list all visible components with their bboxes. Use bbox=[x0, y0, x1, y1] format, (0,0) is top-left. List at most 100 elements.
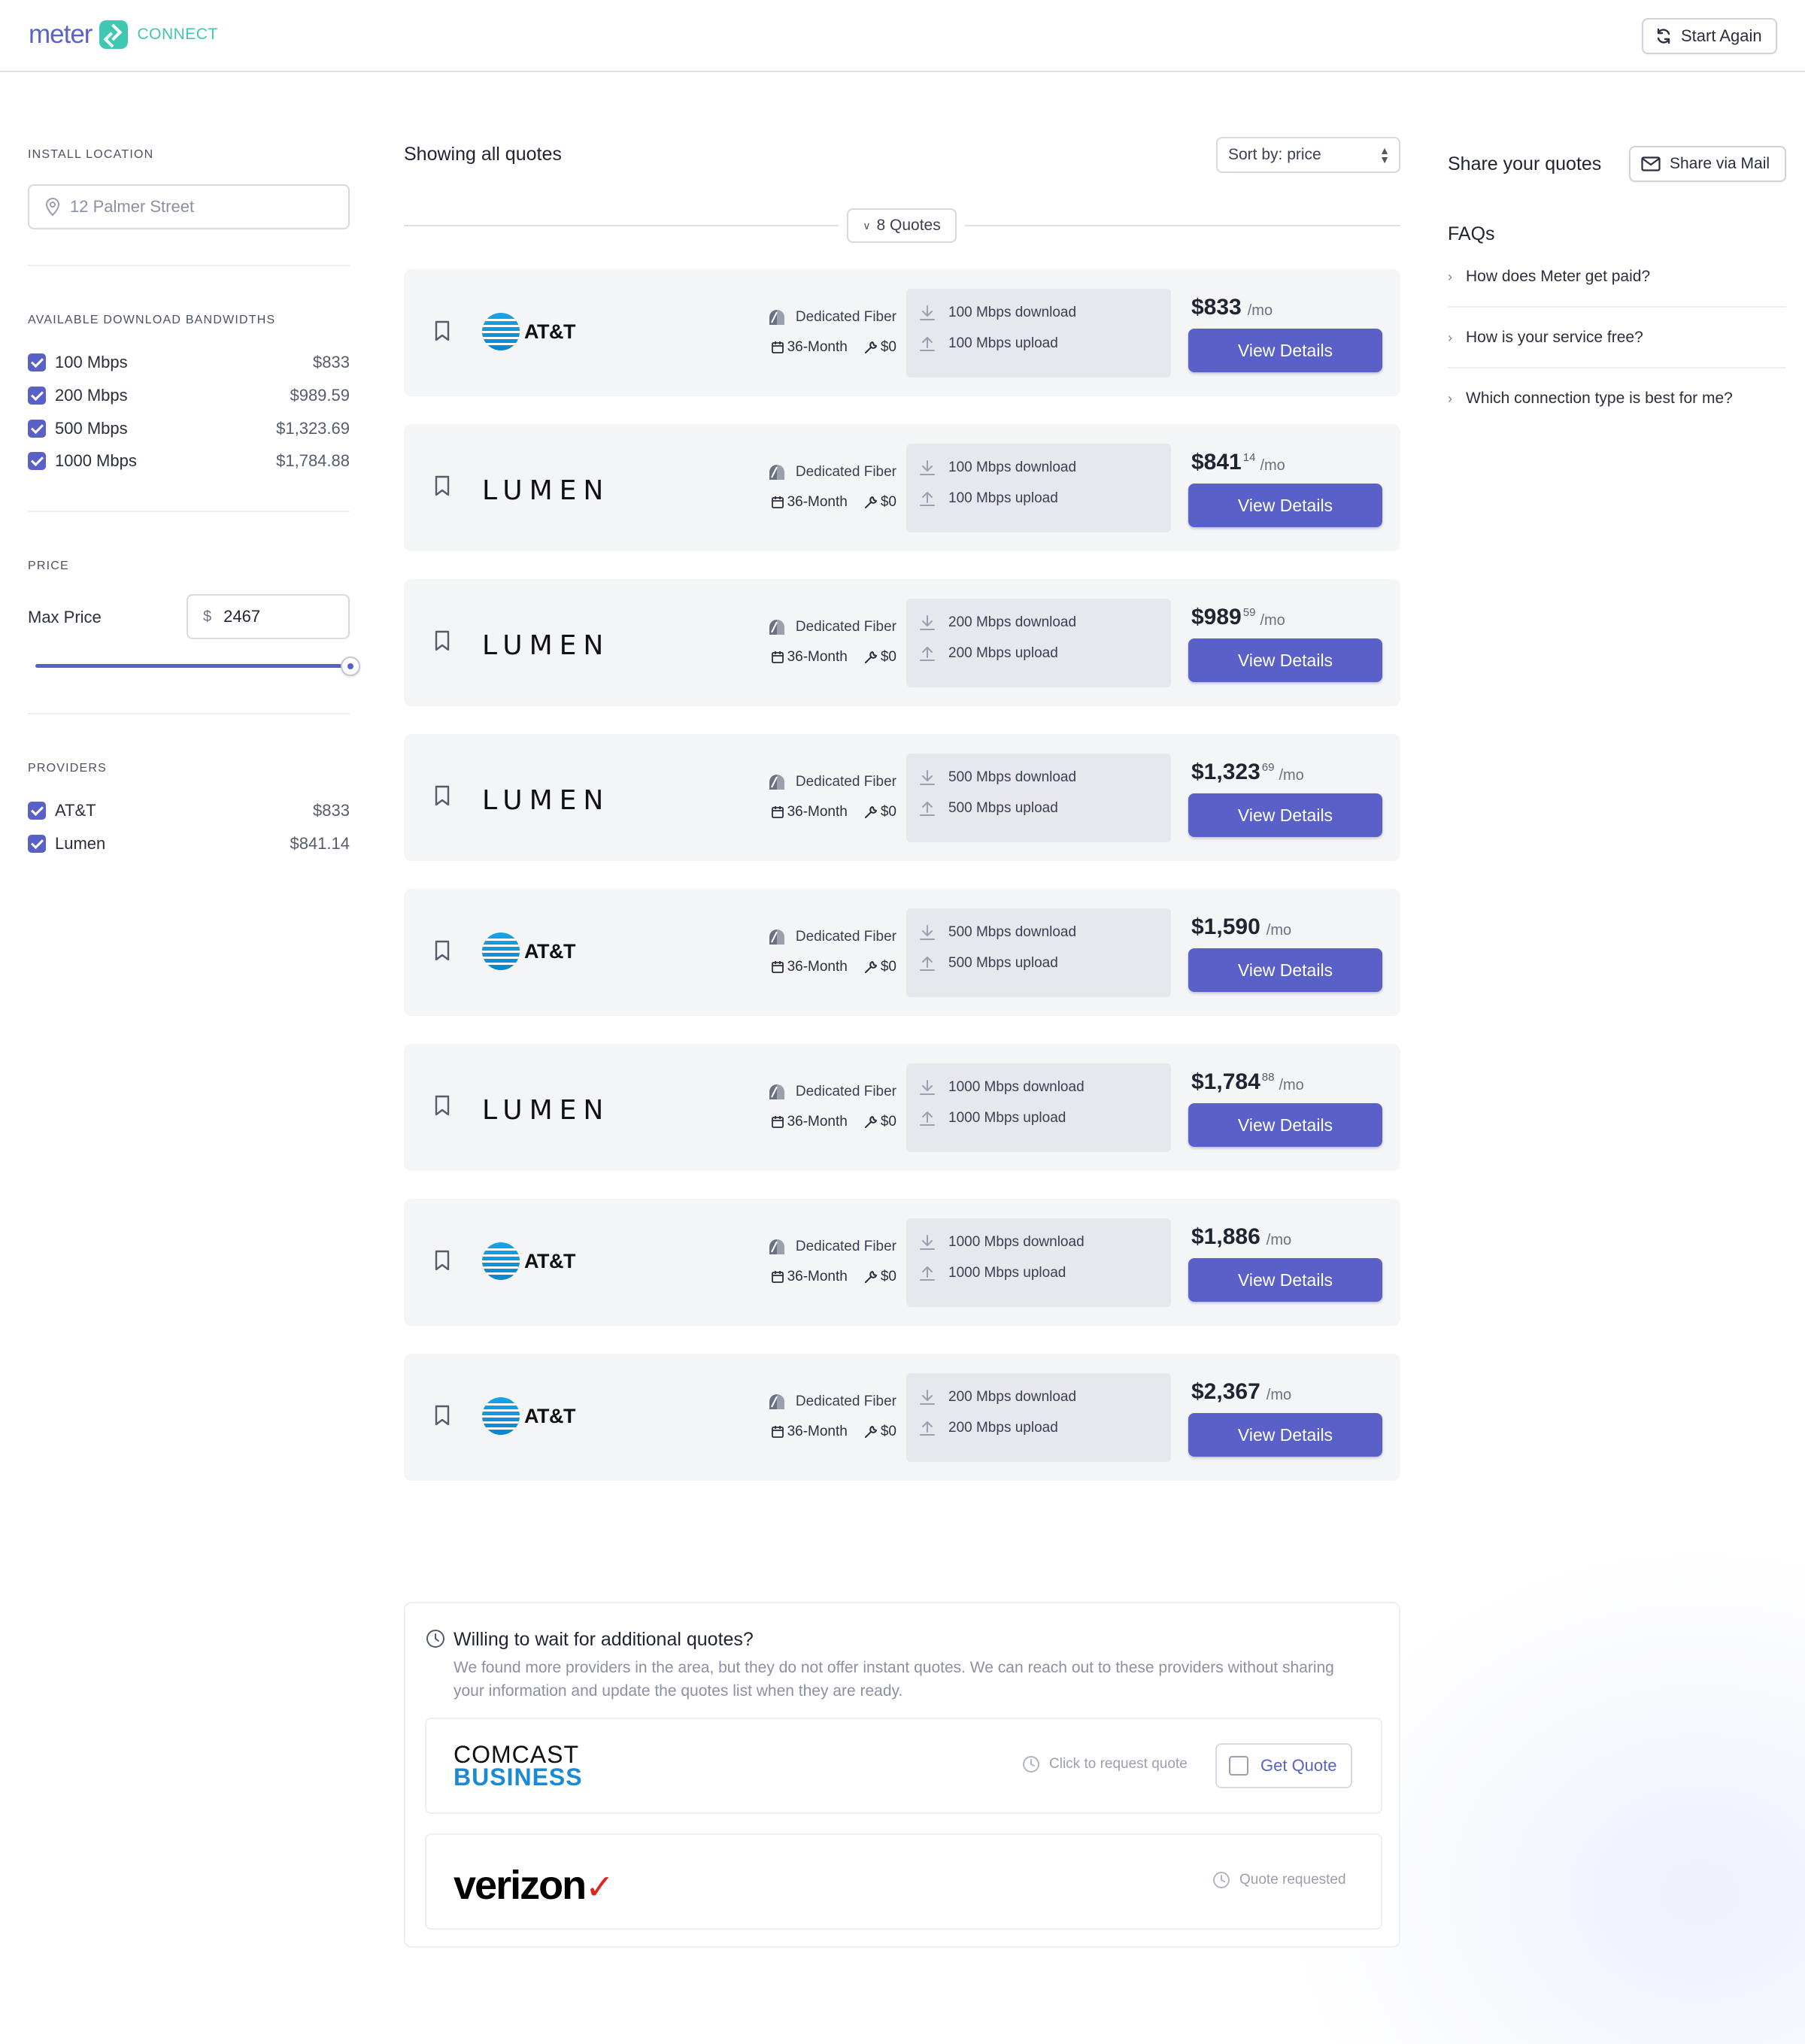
upload-icon bbox=[920, 1421, 935, 1436]
price-period: /mo bbox=[1260, 457, 1285, 474]
install-fee-label: $0 bbox=[880, 494, 896, 510]
view-details-button[interactable]: View Details bbox=[1188, 1258, 1382, 1302]
share-via-mail-button[interactable]: Share via Mail bbox=[1629, 146, 1786, 182]
price-period: /mo bbox=[1260, 612, 1285, 629]
provider-name: LUMEN bbox=[482, 475, 611, 506]
term-label: 36-Month bbox=[787, 1424, 848, 1439]
view-details-button[interactable]: View Details bbox=[1188, 948, 1382, 992]
divider-line bbox=[404, 225, 839, 226]
download-speed: 500 Mbps download bbox=[918, 769, 1076, 787]
install-fee: $0 bbox=[864, 649, 896, 666]
speed-box: 100 Mbps download 100 Mbps upload bbox=[906, 289, 1171, 378]
bookmark-icon[interactable] bbox=[434, 320, 450, 341]
view-details-button[interactable]: View Details bbox=[1188, 1103, 1382, 1147]
additional-quotes-title: Willing to wait for additional quotes? bbox=[454, 1629, 754, 1650]
checkbox-checked[interactable] bbox=[28, 353, 46, 371]
checkbox-checked[interactable] bbox=[28, 802, 46, 820]
bandwidth-label: 500 Mbps bbox=[55, 419, 128, 438]
view-details-button[interactable]: View Details bbox=[1188, 484, 1382, 527]
get-quote-button[interactable]: Get Quote bbox=[1215, 1743, 1352, 1788]
install-fee-label: $0 bbox=[880, 649, 896, 665]
bookmark-icon[interactable] bbox=[434, 630, 450, 651]
price-cents: 88 bbox=[1261, 1071, 1275, 1084]
quote-price: $1,784 88/mo bbox=[1191, 1069, 1304, 1095]
checkbox-checked[interactable] bbox=[28, 452, 46, 470]
quote-price: $1,323 69/mo bbox=[1191, 760, 1304, 785]
wrench-icon bbox=[864, 651, 877, 663]
faq-question: How is your service free? bbox=[1466, 329, 1643, 346]
fiber-icon bbox=[769, 1239, 784, 1254]
calendar-icon bbox=[771, 961, 784, 973]
bookmark-icon[interactable] bbox=[434, 940, 450, 961]
download-icon bbox=[920, 1080, 935, 1095]
quote-card: LUMEN Dedicated Fiber 36-Month $0 200 Mbps d… bbox=[404, 579, 1400, 706]
bookmark-icon[interactable] bbox=[434, 1250, 450, 1271]
upload-speed: 200 Mbps upload bbox=[918, 644, 1058, 663]
max-price-input[interactable]: $ 2467 bbox=[187, 594, 350, 639]
sort-label: Sort by: price bbox=[1228, 146, 1321, 163]
meter-logo[interactable]: meter CONNECT bbox=[29, 20, 218, 50]
bandwidth-filter-1000[interactable]: 1000 Mbps $1,784.88 bbox=[28, 450, 350, 472]
checkbox-checked[interactable] bbox=[28, 387, 46, 405]
view-details-label: View Details bbox=[1237, 1114, 1333, 1135]
checkbox-checked[interactable] bbox=[28, 420, 46, 438]
start-again-label: Start Again bbox=[1681, 26, 1762, 45]
connection-info: Dedicated Fiber 36-Month $0 bbox=[754, 617, 896, 668]
bandwidth-filter-500[interactable]: 500 Mbps $1,323.69 bbox=[28, 417, 350, 440]
quote-price: $1,590/mo bbox=[1191, 914, 1291, 940]
bookmark-icon[interactable] bbox=[434, 475, 450, 496]
start-again-button[interactable]: Start Again bbox=[1642, 18, 1777, 54]
view-details-button[interactable]: View Details bbox=[1188, 638, 1382, 682]
install-location-input[interactable]: 12 Palmer Street bbox=[28, 184, 350, 229]
connection-type-label: Dedicated Fiber bbox=[795, 1393, 896, 1409]
quote-price: $1,886/mo bbox=[1191, 1224, 1291, 1250]
view-details-button[interactable]: View Details bbox=[1188, 329, 1382, 372]
download-speed: 100 Mbps download bbox=[918, 459, 1076, 477]
bookmark-icon[interactable] bbox=[434, 1095, 450, 1116]
faq-item[interactable]: › How does Meter get paid? bbox=[1448, 247, 1786, 307]
bookmark-icon[interactable] bbox=[434, 785, 450, 806]
checkbox-unchecked[interactable] bbox=[1229, 1756, 1248, 1776]
chevron-updown-icon: ▲ ▼ bbox=[1379, 144, 1390, 165]
upload-speed: 100 Mbps upload bbox=[918, 490, 1058, 508]
faq-item[interactable]: › How is your service free? bbox=[1448, 308, 1786, 368]
download-icon bbox=[920, 925, 935, 940]
price-slider-track[interactable] bbox=[35, 664, 350, 668]
att-globe-icon bbox=[482, 313, 520, 350]
bandwidth-filter-100[interactable]: 100 Mbps $833 bbox=[28, 351, 350, 374]
chevron-right-icon: › bbox=[1448, 390, 1452, 406]
speed-box: 200 Mbps download 200 Mbps upload bbox=[906, 1373, 1171, 1462]
clock-icon bbox=[1023, 1756, 1039, 1773]
quotes-count-toggle[interactable]: ∨ 8 Quotes bbox=[847, 208, 957, 243]
quote-price: $841 14/mo bbox=[1191, 450, 1285, 475]
provider-filter-att[interactable]: AT&T $833 bbox=[28, 799, 350, 822]
price-cents: 69 bbox=[1261, 761, 1275, 774]
faq-item[interactable]: › Which connection type is best for me? bbox=[1448, 368, 1786, 429]
checkbox-checked[interactable] bbox=[28, 835, 46, 853]
connection-type: Dedicated Fiber bbox=[754, 926, 896, 948]
upload-icon bbox=[920, 1111, 935, 1126]
location-pin-icon bbox=[45, 198, 60, 217]
view-details-button[interactable]: View Details bbox=[1188, 1413, 1382, 1457]
quote-price: $833/mo bbox=[1191, 295, 1273, 320]
connection-type: Dedicated Fiber bbox=[754, 1236, 896, 1257]
provider-filter-lumen[interactable]: Lumen $841.14 bbox=[28, 832, 350, 855]
provider-name: LUMEN bbox=[482, 630, 611, 661]
speed-box: 500 Mbps download 500 Mbps upload bbox=[906, 908, 1171, 997]
view-details-button[interactable]: View Details bbox=[1188, 793, 1382, 837]
request-note: Click to request quote bbox=[1022, 1755, 1188, 1773]
view-details-label: View Details bbox=[1237, 960, 1333, 980]
upload-speed-label: 200 Mbps upload bbox=[948, 1420, 1058, 1436]
term: 36-Month bbox=[771, 1269, 848, 1285]
bookmark-icon[interactable] bbox=[434, 1405, 450, 1426]
bandwidth-filter-200[interactable]: 200 Mbps $989.59 bbox=[28, 384, 350, 407]
wrench-icon bbox=[864, 341, 877, 353]
provider-price: $841.14 bbox=[290, 834, 350, 853]
download-speed-label: 100 Mbps download bbox=[948, 459, 1077, 475]
term-label: 36-Month bbox=[787, 804, 848, 820]
sort-select[interactable]: Sort by: price ▲ ▼ bbox=[1216, 137, 1400, 173]
price-dollars: $833 bbox=[1191, 295, 1242, 320]
upload-speed-label: 200 Mbps upload bbox=[948, 645, 1058, 661]
price-slider-handle[interactable] bbox=[341, 657, 360, 676]
att-logo: AT&T bbox=[482, 933, 575, 970]
